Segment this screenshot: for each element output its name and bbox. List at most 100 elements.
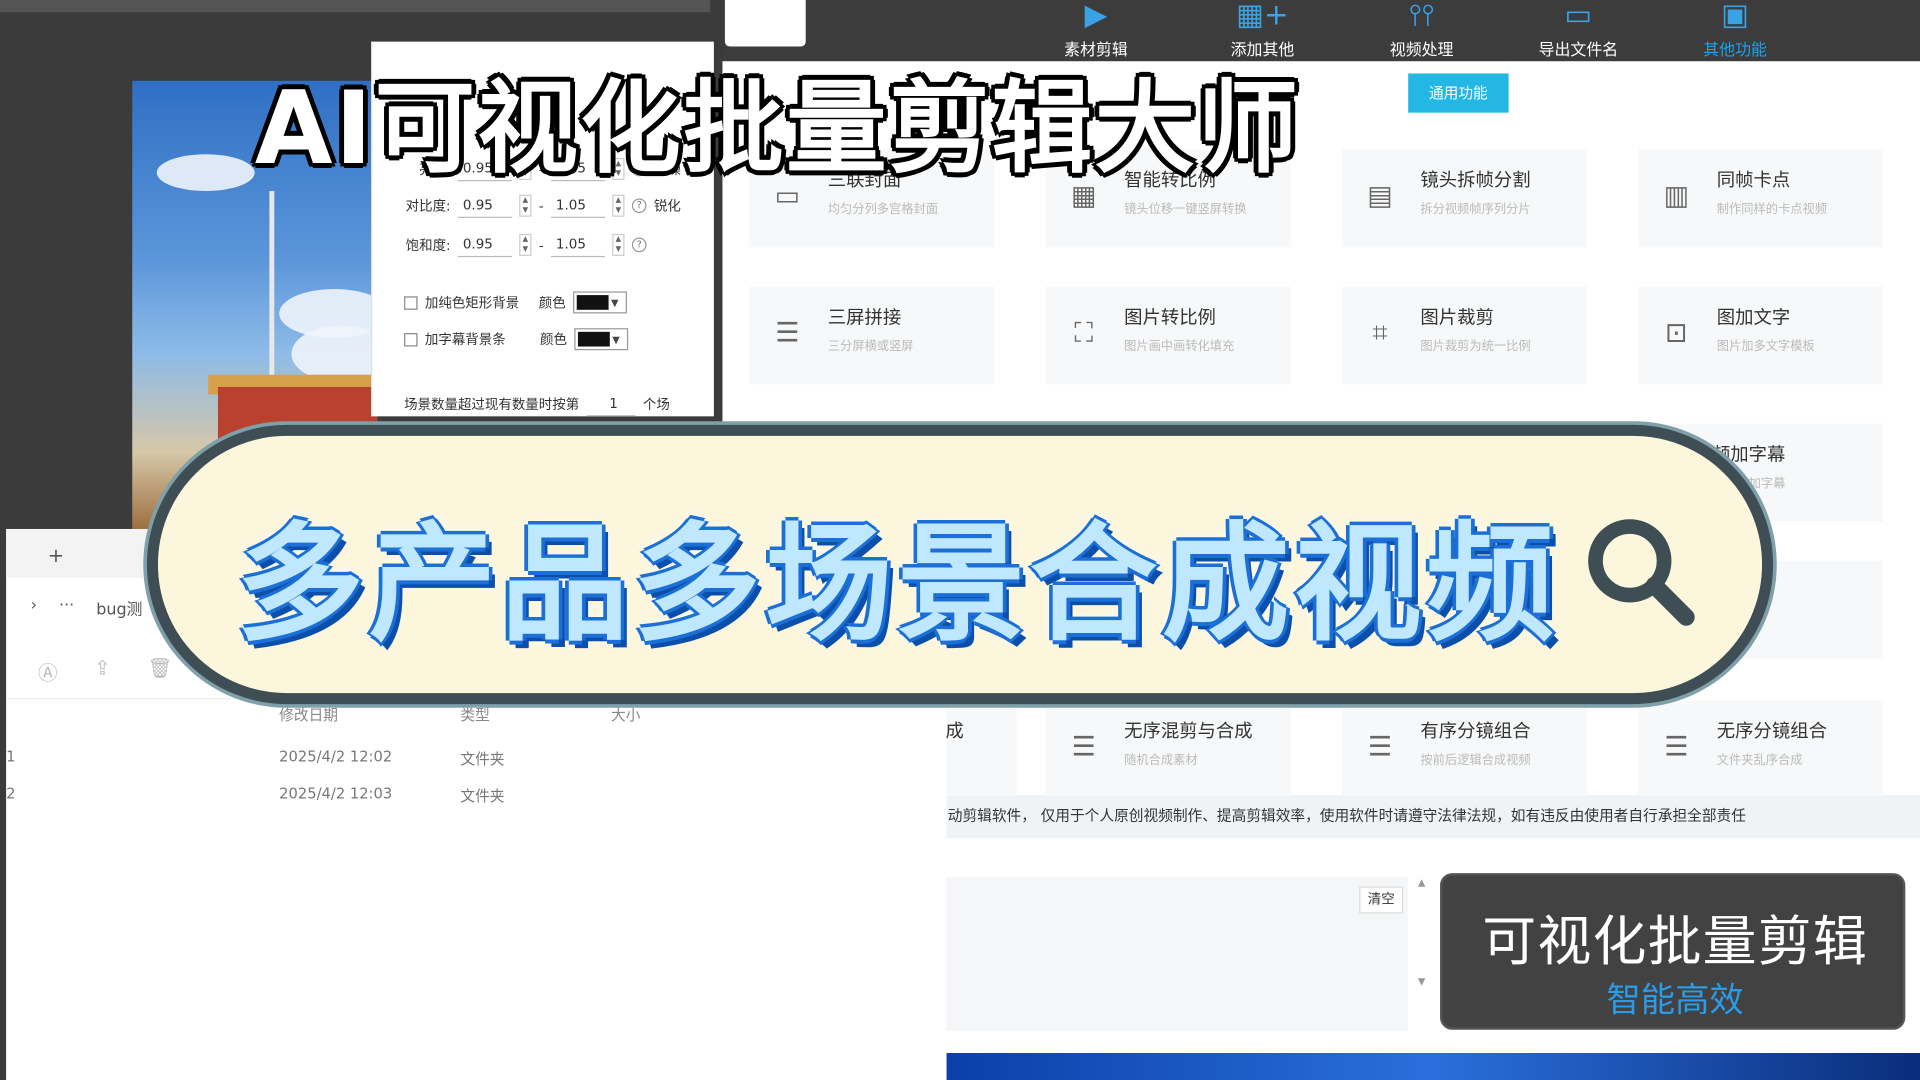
promo-badge: 可视化批量剪辑 智能高效 [1440,873,1906,1030]
card-subtitle: 镜头位移一键竖屏转换 [1124,203,1247,217]
new-tab-icon[interactable]: + [48,544,64,567]
range-dash: - [538,236,544,253]
desktop-wallpaper-strip [942,1053,1920,1080]
help-icon[interactable]: ? [631,198,647,214]
frame-split-icon: ▤ [1367,181,1393,212]
contrast-max-input[interactable]: 1.05 [551,193,605,218]
card-frame-split[interactable]: ▤ 镜头拆帧分割 拆分视频帧序列分片 [1342,149,1587,248]
breadcrumb: › ··· bug测 [31,596,143,619]
bg-bar-color-label: 颜色 [540,331,567,348]
card-title: 有序分镜组合 [1420,720,1531,743]
play-icon: ▶ [1084,0,1108,32]
row-date: 2025/4/2 12:02 [279,748,393,766]
card-frame-beat[interactable]: ▥ 同帧卡点 制作同样的卡点视频 [1638,149,1884,248]
card-subtitle: 随机合成素材 [1124,754,1198,768]
saturation-max-input[interactable]: 1.05 [551,233,605,258]
frame-beat-icon: ▥ [1663,181,1690,212]
card-partial[interactable]: 成 [942,700,1017,799]
chevron-right-icon[interactable]: › [31,596,37,619]
row-type: 文件夹 [460,787,505,805]
card-title: 图片转比例 [1124,306,1216,329]
toolbar-white-tab [724,0,806,47]
column-size[interactable]: 大小 [611,704,640,725]
spin-arrows-icon[interactable]: ▲ ▼ [612,233,625,256]
spin-arrows-icon[interactable]: ▲ ▼ [519,233,532,256]
explorer-toolbar: Ⓐ ⇪ 🗑 [38,656,172,685]
tool-label: 导出文件名 [1538,41,1619,61]
card-subtitle: 按前后逻辑合成视频 [1420,754,1531,768]
disclaimer-notice: 动剪辑软件， 仅用于个人原创视频制作、提高剪辑效率，使用软件时请遵守法律法规，如… [942,795,1920,838]
list-icon: ☰ [1071,732,1096,763]
scene-rule-label: 场景数量超过现有数量时按第 [404,396,580,413]
bg-bar-checkbox[interactable] [404,332,418,346]
row-name[interactable]: 2 [6,785,15,802]
card-title: 三屏拼接 [827,306,902,329]
saturation-label: 饱和度: [405,237,451,254]
add-items-icon: ▦+ [1236,0,1289,32]
explorer-tab[interactable] [6,528,147,578]
more-icon[interactable]: ··· [59,596,74,619]
saturation-min-input[interactable]: 0.95 [457,233,512,258]
bg-rect-label: 加纯色矩形背景 [424,295,520,312]
bg-rect-color-picker[interactable]: ▼ [573,291,627,314]
card-subtitle: 制作同样的卡点视频 [1716,203,1827,217]
video-process-icon: ⫯⫯ [1408,0,1435,32]
bg-rect-checkbox[interactable] [404,295,418,310]
card-title: 成 [945,720,964,743]
scene-rule-suffix: 个场 [642,396,670,413]
card-image-text[interactable]: ⊡ 图加文字 图片加多文字模板 [1638,286,1884,385]
clear-log-button[interactable]: 清空 [1359,886,1404,914]
card-subtitle: 三分屏横或竖屏 [827,340,914,354]
delete-icon[interactable]: 🗑 [147,656,172,685]
log-output[interactable] [942,876,1409,1032]
promo-banner-text: 多产品多场景合成视频 [236,509,1559,659]
list-icon: ☰ [1367,732,1393,763]
row-type: 文件夹 [460,750,505,768]
card-three-screen[interactable]: ☰ 三屏拼接 三分屏横或竖屏 [749,286,995,385]
card-title: 无序混剪与合成 [1124,720,1253,743]
card-image-crop[interactable]: ⌗ 图片裁剪 图片裁剪为统一比例 [1342,286,1587,385]
share-icon[interactable]: ⇪ [94,656,110,685]
row-name[interactable]: 1 [6,748,15,765]
card-image-ratio[interactable]: ⛶ 图片转比例 图片画中画转化填充 [1045,286,1291,385]
sharpen-label: 锐化 [653,198,681,215]
editor-top-strip [0,0,711,13]
card-subtitle: 图片画中画转化填充 [1124,340,1235,354]
list-icon: ☰ [1664,732,1689,763]
card-subtitle: 均匀分列多宫格封面 [827,203,938,217]
card-title: 图加文字 [1716,306,1791,329]
tool-export-name[interactable]: ▭ 导出文件名 [1511,0,1646,61]
column-type[interactable]: 类型 [460,704,489,725]
three-screen-icon: ☰ [775,318,800,349]
scene-rule-input[interactable]: 1 [586,392,636,417]
card-random-mix[interactable]: ☰ 无序混剪与合成 随机合成素材 [1045,700,1291,799]
image-ratio-icon: ⛶ [1074,318,1094,349]
contrast-min-input[interactable]: 0.95 [457,193,512,218]
card-subtitle: 文件夹乱序合成 [1716,754,1803,768]
bg-rect-color-label: 颜色 [538,295,566,312]
range-dash: - [538,197,544,214]
general-functions-tab[interactable]: 通用功能 [1408,73,1509,113]
card-ordered-shots[interactable]: ☰ 有序分镜组合 按前后逻辑合成视频 [1342,700,1587,799]
export-icon: ▭ [1564,0,1593,32]
card-random-shots[interactable]: ☰ 无序分镜组合 文件夹乱序合成 [1638,700,1884,799]
spin-arrows-icon[interactable]: ▲ ▼ [519,194,532,217]
rename-icon[interactable]: Ⓐ [38,656,58,685]
tool-video-process[interactable]: ⫯⫯ 视频处理 [1354,0,1489,61]
log-scrollbar[interactable]: ▲ ▼ [1413,877,1430,1031]
promo-title: AI可视化批量剪辑大师 [254,71,1301,188]
spin-arrows-icon[interactable]: ▲ ▼ [612,194,625,217]
contrast-label: 对比度: [405,198,451,215]
bg-bar-color-picker[interactable]: ▼ [574,328,629,351]
screenshot-stage: 亮度: 0.95 ▲ ▼ - 0.95 ▲ ▼ ? 降噪 对比度: 0.95 ▲ ▼ … [0,0,1920,1080]
column-modified[interactable]: 修改日期 [279,704,338,725]
breadcrumb-folder[interactable]: bug测 [96,596,142,619]
card-subtitle: 拆分视频帧序列分片 [1420,203,1531,217]
tool-label: 视频处理 [1389,41,1454,61]
card-title: 镜头拆帧分割 [1420,168,1531,192]
tool-more-functions[interactable]: ▣ 其他功能 [1668,0,1803,61]
image-text-icon: ⊡ [1665,318,1688,349]
help-icon[interactable]: ? [631,237,647,253]
card-title: 同帧卡点 [1716,168,1791,192]
row-date: 2025/4/2 12:03 [279,784,393,803]
